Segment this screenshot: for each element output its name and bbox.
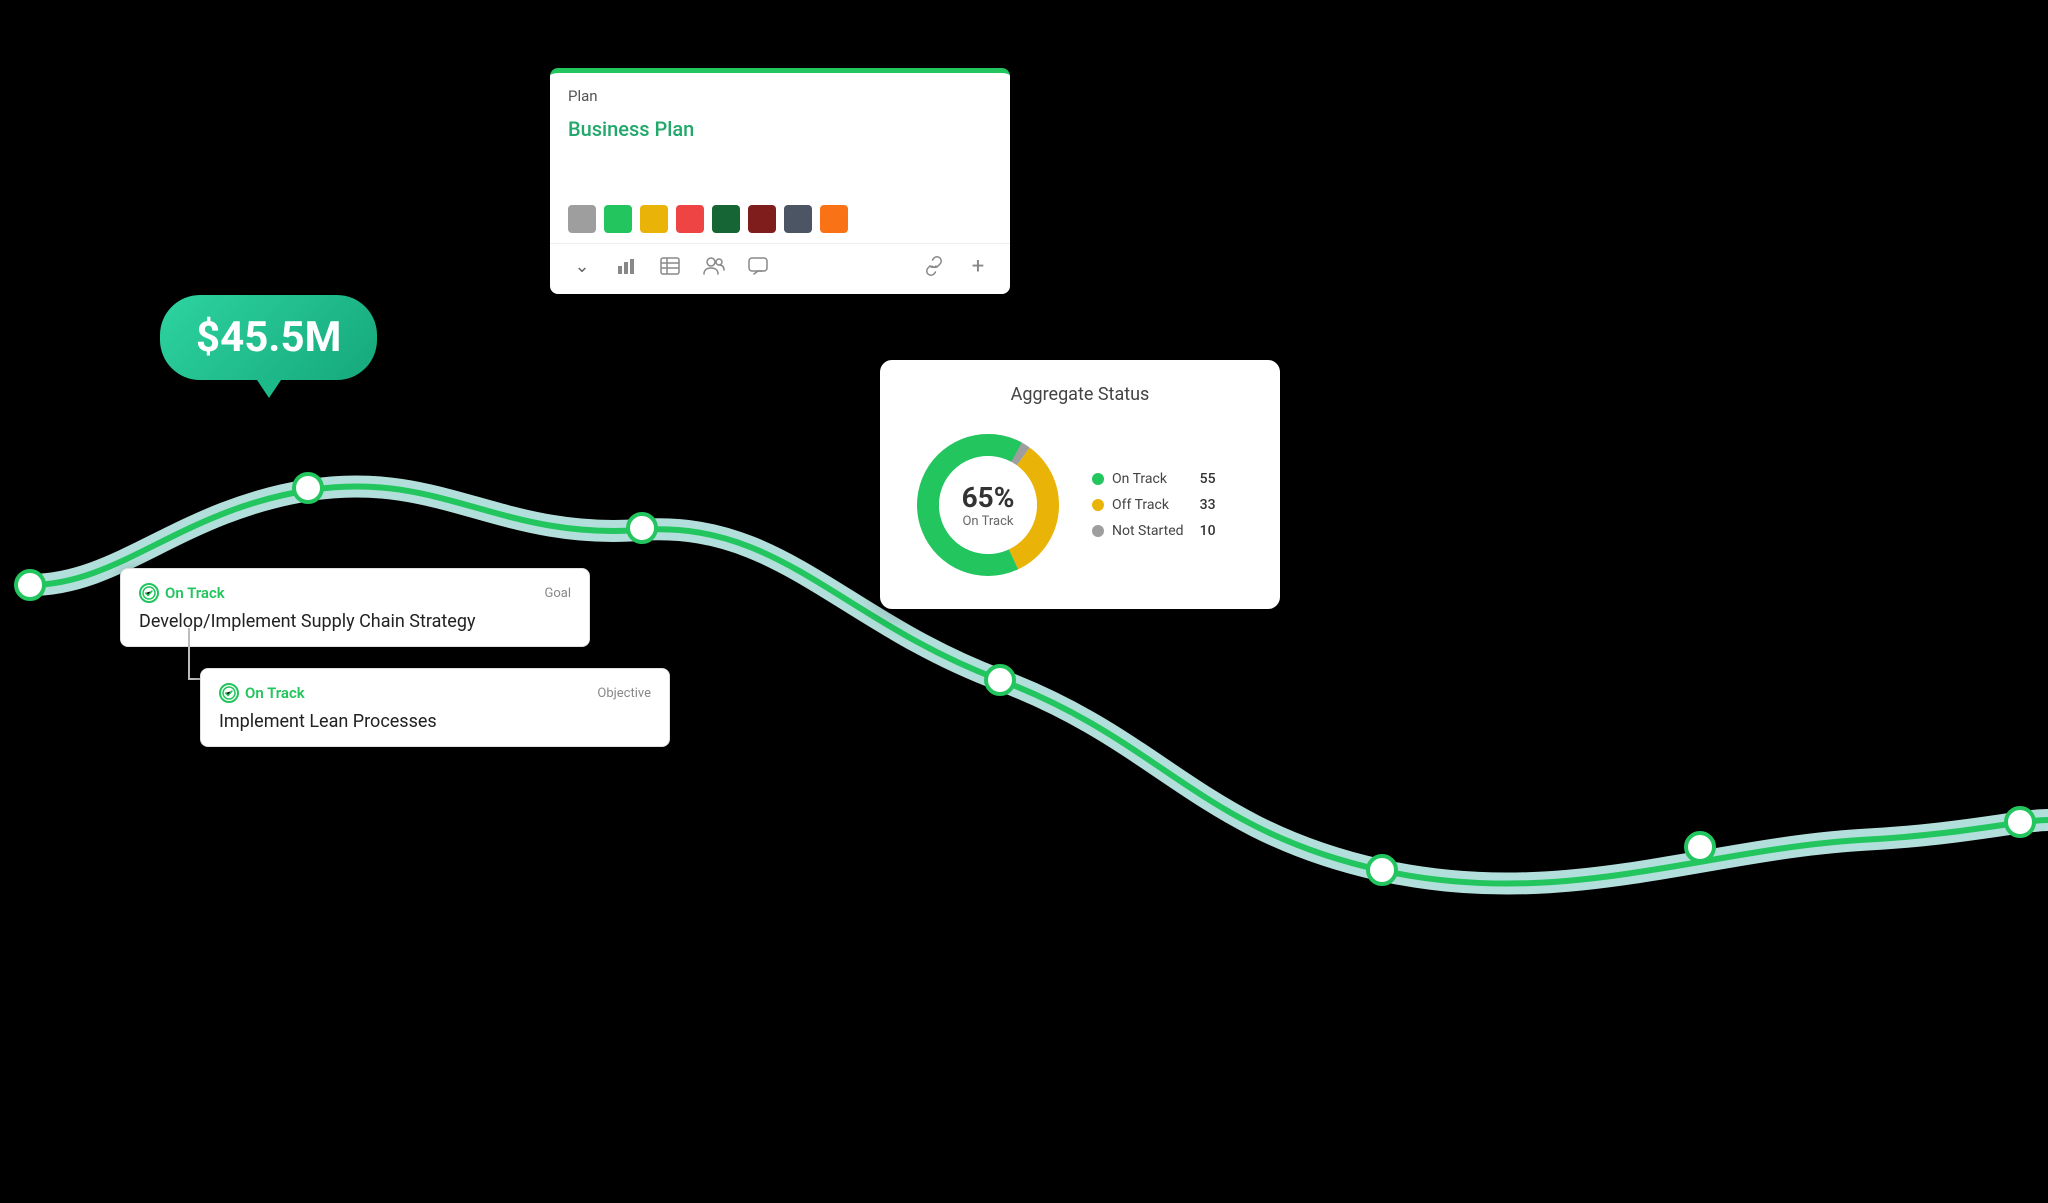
donut-sublabel: On Track: [962, 514, 1015, 529]
donut-label: 65% On Track: [962, 481, 1015, 529]
goal-status-text: On Track: [165, 584, 225, 602]
plan-card: Plan Business Plan ⌄ +: [550, 68, 1010, 294]
chevron-down-icon[interactable]: ⌄: [568, 252, 596, 280]
goal-card-top-row: On Track Goal: [139, 583, 571, 603]
link-icon[interactable]: [920, 252, 948, 280]
legend-item-on-track: On Track 55: [1092, 471, 1216, 487]
legend-count: 55: [1192, 471, 1216, 487]
objective-on-track-badge: On Track: [219, 683, 305, 703]
objective-type-label: Objective: [597, 686, 651, 701]
aggregate-status-title: Aggregate Status: [908, 384, 1252, 405]
goal-type-label: Goal: [544, 586, 571, 601]
objective-card: On Track Objective Implement Lean Proces…: [200, 668, 670, 747]
yellow-swatch[interactable]: [640, 205, 668, 233]
objective-status-text: On Track: [245, 684, 305, 702]
goal-on-track-badge: On Track: [139, 583, 225, 603]
legend-label: Not Started: [1112, 523, 1184, 539]
donut-percent: 65%: [962, 481, 1015, 514]
chat-bubble-icon[interactable]: [744, 252, 772, 280]
orange-swatch[interactable]: [820, 205, 848, 233]
legend-dot: [1092, 473, 1104, 485]
connector-vertical: [188, 628, 190, 678]
plan-card-header: Plan: [550, 73, 1010, 113]
plus-icon[interactable]: +: [964, 252, 992, 280]
aggregate-status-body: 65% On Track On Track 55 Off Track 33 No…: [908, 425, 1252, 585]
legend-label: Off Track: [1112, 497, 1169, 513]
plan-card-title: Business Plan: [550, 113, 1010, 155]
money-bubble: $45.5M: [160, 295, 377, 380]
green-swatch[interactable]: [604, 205, 632, 233]
legend-item-not-started: Not Started 10: [1092, 523, 1216, 539]
table-icon[interactable]: [656, 252, 684, 280]
goal-card-text: Develop/Implement Supply Chain Strategy: [139, 611, 571, 632]
legend-label: On Track: [1112, 471, 1167, 487]
objective-card-top-row: On Track Objective: [219, 683, 651, 703]
plan-card-colors: [550, 195, 1010, 243]
legend: On Track 55 Off Track 33 Not Started 10: [1092, 471, 1216, 539]
legend-dot: [1092, 499, 1104, 511]
objective-card-text: Implement Lean Processes: [219, 711, 651, 732]
gray-swatch[interactable]: [568, 205, 596, 233]
aggregate-status-card: Aggregate Status 65% On Track: [880, 360, 1280, 609]
legend-item-off-track: Off Track 33: [1092, 497, 1216, 513]
legend-count: 10: [1192, 523, 1216, 539]
users-icon[interactable]: [700, 252, 728, 280]
dark-gray-swatch[interactable]: [784, 205, 812, 233]
legend-count: 33: [1192, 497, 1216, 513]
plan-card-toolbar: ⌄ +: [550, 243, 1010, 294]
donut-chart: 65% On Track: [908, 425, 1068, 585]
chart-bar-icon[interactable]: [612, 252, 640, 280]
legend-dot: [1092, 525, 1104, 537]
dark-red-swatch[interactable]: [748, 205, 776, 233]
objective-on-track-icon: [219, 683, 239, 703]
on-track-icon: [139, 583, 159, 603]
dark-green-swatch[interactable]: [712, 205, 740, 233]
goal-card: On Track Goal Develop/Implement Supply C…: [120, 568, 590, 647]
red-swatch[interactable]: [676, 205, 704, 233]
